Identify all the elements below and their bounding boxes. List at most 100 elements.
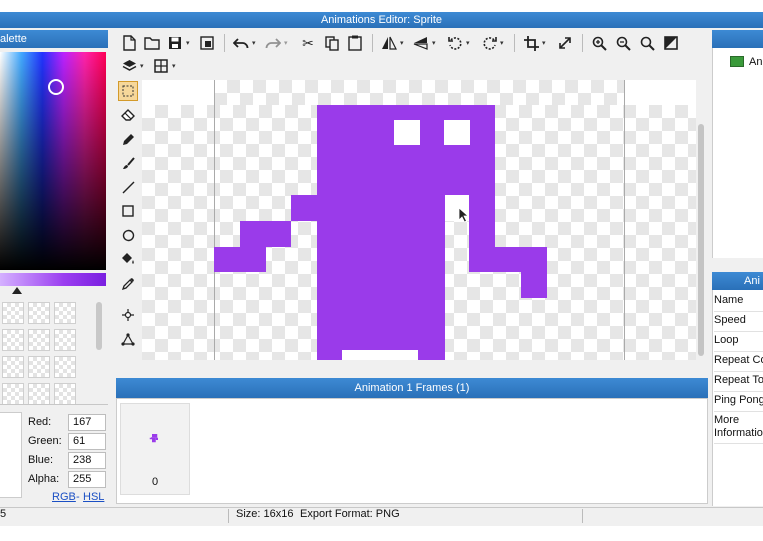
animations-list [712, 48, 763, 258]
animation-list-item[interactable]: Ani [749, 56, 763, 68]
red-label: Red: [28, 416, 52, 428]
sprite-left-arm-lower [214, 247, 266, 272]
red-field[interactable]: 167 [68, 414, 106, 431]
palette-swatch[interactable] [54, 302, 76, 324]
green-label: Green: [28, 435, 62, 447]
selection-tool-icon[interactable] [118, 81, 138, 101]
status-separator [582, 509, 583, 523]
resize-icon[interactable] [556, 34, 574, 52]
palette-swatch[interactable] [2, 329, 24, 351]
sprite-left-eye [394, 120, 420, 145]
animations-panel-title [712, 30, 763, 48]
palette-scrollbar[interactable] [96, 302, 102, 350]
green-field[interactable]: 61 [68, 433, 106, 450]
zoom-in-icon[interactable] [590, 34, 608, 52]
palette-swatch[interactable] [2, 383, 24, 405]
property-name[interactable]: Name [714, 294, 763, 312]
palette-swatch[interactable] [28, 329, 50, 351]
sprite-leg-gap [342, 350, 418, 360]
sprite-head [317, 105, 495, 195]
palette-swatch[interactable] [2, 356, 24, 378]
mode-separator: - [76, 491, 80, 503]
sprite-right-hand [521, 272, 547, 298]
rgb-mode-link[interactable]: RGB [52, 491, 76, 503]
palette-swatch[interactable] [54, 329, 76, 351]
eyedropper-icon[interactable] [118, 273, 138, 293]
copy-icon[interactable] [323, 34, 341, 52]
rectangle-icon[interactable] [118, 201, 138, 221]
layers-icon[interactable] [120, 57, 138, 75]
zoom-out-icon[interactable] [614, 34, 632, 52]
hsl-mode-link[interactable]: HSL [83, 491, 104, 503]
palette-swatch[interactable] [54, 356, 76, 378]
flip-horizontal-icon[interactable] [380, 34, 398, 52]
toolbar-separator [372, 34, 373, 52]
undo-dropdown-icon[interactable]: ▾ [252, 39, 256, 47]
redo-dropdown-icon[interactable]: ▾ [284, 39, 288, 47]
flip-vertical-dropdown-icon[interactable]: ▾ [432, 39, 436, 47]
palette-swatch[interactable] [28, 302, 50, 324]
pen-icon[interactable] [118, 129, 138, 149]
save-as-icon[interactable] [198, 34, 216, 52]
blue-label: Blue: [28, 454, 54, 466]
rotate-right-icon[interactable] [480, 34, 498, 52]
undo-icon[interactable] [232, 34, 250, 52]
hue-slider-arrow[interactable] [12, 287, 22, 294]
ellipse-icon[interactable] [118, 225, 138, 245]
hue-slider[interactable] [0, 273, 106, 286]
rotate-left-icon[interactable] [446, 34, 464, 52]
color-preview [0, 412, 22, 498]
property-loop[interactable]: Loop [714, 334, 763, 352]
drawing-canvas[interactable] [142, 80, 696, 360]
transform-icon[interactable] [118, 329, 138, 349]
crop-icon[interactable] [522, 34, 540, 52]
toolbar-separator [582, 34, 583, 52]
status-left: 5 [0, 508, 7, 520]
zoom-reset-icon[interactable] [638, 34, 656, 52]
line-icon[interactable] [118, 177, 138, 197]
rotate-right-dropdown-icon[interactable]: ▾ [500, 39, 504, 47]
save-dropdown-icon[interactable]: ▾ [186, 39, 190, 47]
move-icon[interactable] [118, 305, 138, 325]
canvas-vertical-scrollbar[interactable] [698, 124, 704, 356]
frames-panel [116, 398, 708, 504]
status-separator [228, 509, 229, 523]
sprite-right-arm-upper [469, 221, 495, 247]
palette-swatch[interactable] [28, 356, 50, 378]
frame-thumbnail[interactable]: 0 [120, 403, 190, 495]
flip-vertical-icon[interactable] [412, 34, 430, 52]
spectrum-picker-handle[interactable] [48, 79, 64, 95]
grid-icon[interactable] [152, 57, 170, 75]
eraser-icon[interactable] [118, 105, 138, 125]
palette-swatch[interactable] [2, 302, 24, 324]
paste-icon[interactable] [346, 34, 364, 52]
alpha-label: Alpha: [28, 473, 60, 485]
rotate-left-dropdown-icon[interactable]: ▾ [466, 39, 470, 47]
property-speed[interactable]: Speed [714, 314, 763, 332]
palette-divider [0, 404, 108, 405]
brush-icon[interactable] [118, 153, 138, 173]
palette-swatch[interactable] [54, 383, 76, 405]
property-more-information[interactable]: More Information [714, 414, 763, 444]
cut-icon[interactable]: ✂ [299, 34, 317, 52]
frame-preview [149, 434, 158, 443]
property-ping-pong[interactable]: Ping Pong [714, 394, 763, 412]
status-export-format: Export Format: PNG [300, 508, 400, 520]
toolbar-separator [224, 34, 225, 52]
crop-dropdown-icon[interactable]: ▾ [542, 39, 546, 47]
property-repeat-count[interactable]: Repeat Co [714, 354, 763, 372]
layers-dropdown-icon[interactable]: ▾ [140, 62, 144, 70]
alpha-field[interactable]: 255 [68, 471, 106, 488]
property-repeat-to[interactable]: Repeat To [714, 374, 763, 392]
palette-swatch[interactable] [28, 383, 50, 405]
new-file-icon[interactable] [120, 34, 138, 52]
open-folder-icon[interactable] [143, 34, 161, 52]
save-icon[interactable] [166, 34, 184, 52]
flip-horizontal-dropdown-icon[interactable]: ▾ [400, 39, 404, 47]
redo-icon[interactable] [264, 34, 282, 52]
grid-dropdown-icon[interactable]: ▾ [172, 62, 176, 70]
fit-icon[interactable] [662, 34, 680, 52]
fill-bucket-icon[interactable] [118, 249, 138, 269]
blue-field[interactable]: 238 [68, 452, 106, 469]
frame-index: 0 [151, 476, 159, 488]
